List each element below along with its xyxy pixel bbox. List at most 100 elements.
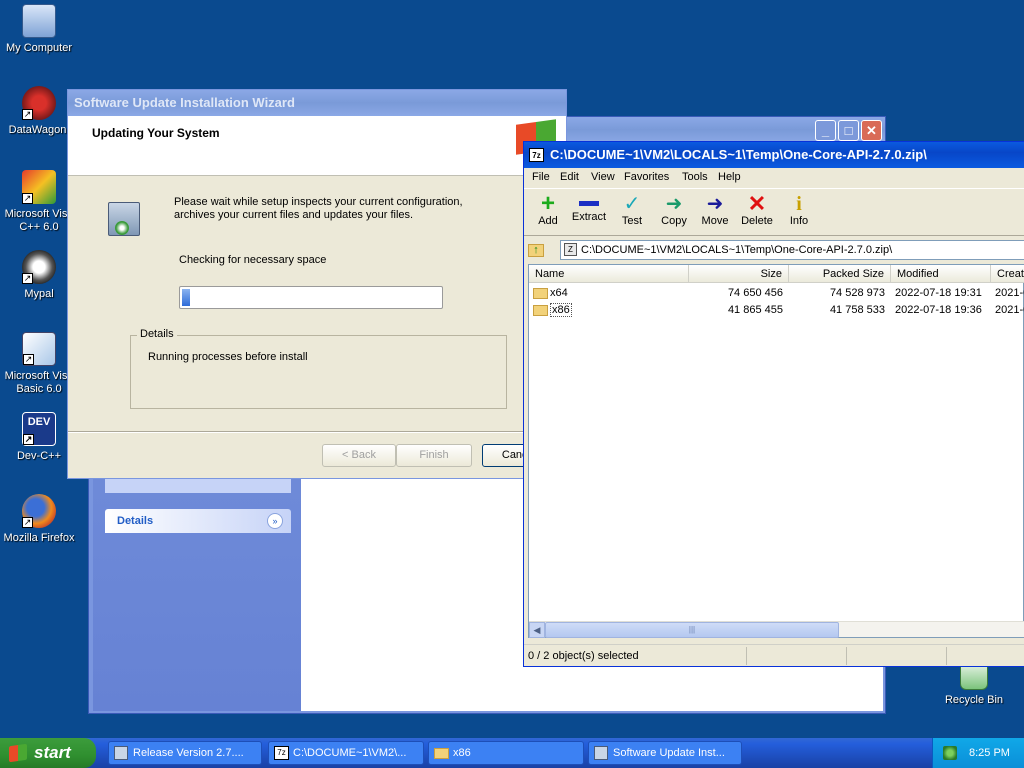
wizard-status: Checking for necessary space [179, 254, 327, 266]
horizontal-scrollbar[interactable]: ◀ ||| [529, 621, 1024, 638]
column-packed-size[interactable]: Packed Size [789, 265, 891, 283]
network-icon[interactable] [943, 746, 957, 760]
sevenzip-title: C:\DOCUME~1\VM2\LOCALS~1\Temp\One-Core-A… [550, 147, 927, 162]
details-panel-header[interactable]: Details » [105, 509, 291, 533]
move-arrow-icon: ➜ [706, 193, 724, 215]
test-label: Test [621, 215, 643, 227]
info-icon: i [796, 193, 802, 215]
column-size[interactable]: Size [689, 265, 789, 283]
row-name-cell: x86 [533, 302, 572, 318]
menu-file[interactable]: File [532, 171, 550, 183]
status-divider [746, 647, 747, 665]
address-bar: ↑ Z C:\DOCUME~1\VM2\LOCALS~1\Temp\One-Co… [524, 238, 1024, 262]
desktop-icon-recycle-bin[interactable]: Recycle Bin [935, 662, 1013, 707]
move-button[interactable]: ➜ Move [698, 193, 732, 227]
computer-icon [22, 4, 56, 38]
address-field[interactable]: Z C:\DOCUME~1\VM2\LOCALS~1\Temp\One-Core… [560, 240, 1024, 260]
scroll-grip-icon: ||| [688, 625, 696, 634]
details-group: Details Running processes before install [130, 328, 507, 409]
row-name-cell: x64 [533, 285, 568, 301]
row-modified: 2022-07-18 19:36 [895, 304, 982, 316]
info-button[interactable]: i Info [784, 193, 814, 227]
visual-cpp-icon: ↗ [22, 170, 56, 204]
desktop-icon-label: Mozilla Firefox [3, 532, 75, 544]
sevenzip-app-icon: 7z [529, 148, 544, 162]
shortcut-arrow-icon: ↗ [22, 273, 33, 284]
devcpp-icon: DEV ↗ [22, 412, 56, 446]
row-size: 74 650 456 [727, 287, 783, 299]
folder-icon [533, 304, 548, 316]
taskbar-item-software-update[interactable]: Software Update Inst... [588, 741, 742, 765]
menu-view[interactable]: View [591, 171, 615, 183]
installer-icon [594, 746, 608, 760]
shortcut-arrow-icon: ↗ [22, 109, 33, 120]
maximize-button[interactable]: □ [838, 120, 859, 141]
taskbar-item-x86[interactable]: x86 [428, 741, 584, 765]
wizard-window[interactable]: Software Update Installation Wizard Upda… [67, 89, 567, 479]
toolbar: + Add Extract ✓ Test ➜ Copy ➜ Move ✕ Del… [524, 188, 1024, 236]
taskbar-item-label: Software Update Inst... [613, 747, 725, 759]
delete-label: Delete [741, 215, 773, 227]
extract-button[interactable]: Extract [568, 193, 610, 223]
sevenzip-titlebar[interactable]: 7z C:\DOCUME~1\VM2\LOCALS~1\Temp\One-Cor… [524, 142, 1024, 168]
status-divider [846, 647, 847, 665]
system-tray: 8:25 PM [932, 738, 1024, 768]
delete-button[interactable]: ✕ Delete [738, 191, 776, 228]
status-divider [946, 647, 947, 665]
menu-tools[interactable]: Tools [682, 171, 708, 183]
scroll-thumb[interactable]: ||| [545, 622, 839, 638]
table-row[interactable]: x64 74 650 456 74 528 973 2022-07-18 19:… [529, 285, 1024, 301]
menu-bar: File Edit View Favorites Tools Help [524, 168, 1024, 188]
details-text: Running processes before install [148, 351, 308, 363]
delete-x-icon: ✕ [747, 191, 767, 216]
menu-favorites[interactable]: Favorites [624, 171, 669, 183]
firefox-icon: ↗ [22, 494, 56, 528]
taskbar-item-label: C:\DOCUME~1\VM2\... [293, 747, 407, 759]
status-bar: 0 / 2 object(s) selected [524, 644, 1024, 666]
back-button[interactable]: < Back [322, 444, 396, 467]
minus-icon [579, 201, 599, 206]
sevenzip-icon: 7z [274, 746, 289, 760]
desktop-icon-label: Recycle Bin [944, 694, 1004, 706]
up-folder-button[interactable]: ↑ [528, 241, 548, 259]
shortcut-arrow-icon: ↗ [22, 517, 33, 528]
scroll-left-button[interactable]: ◀ [529, 622, 545, 638]
copy-arrow-icon: ➜ [665, 193, 683, 215]
devcpp-glyph: DEV [27, 416, 51, 428]
sevenzip-window[interactable]: 7z C:\DOCUME~1\VM2\LOCALS~1\Temp\One-Cor… [523, 141, 1024, 667]
table-row[interactable]: x86 41 865 455 41 758 533 2022-07-18 19:… [529, 302, 1024, 318]
add-label: Add [538, 215, 558, 227]
row-name: x86 [550, 303, 572, 317]
taskbar-item-sevenzip[interactable]: 7z C:\DOCUME~1\VM2\... [268, 741, 424, 765]
desktop-icon-firefox[interactable]: ↗ Mozilla Firefox [0, 494, 78, 545]
start-button[interactable]: start [0, 738, 96, 768]
desktop-icon-my-computer[interactable]: My Computer [0, 4, 78, 55]
desktop-icon-label: My Computer [5, 42, 73, 54]
address-text: C:\DOCUME~1\VM2\LOCALS~1\Temp\One-Core-A… [581, 244, 893, 256]
taskbar-item-release[interactable]: Release Version 2.7.... [108, 741, 262, 765]
archive-icon: Z [564, 243, 577, 256]
row-packed: 74 528 973 [829, 287, 885, 299]
wizard-title: Software Update Installation Wizard [74, 95, 295, 110]
menu-edit[interactable]: Edit [560, 171, 579, 183]
column-modified[interactable]: Modified [891, 265, 991, 283]
column-created[interactable]: Creat [991, 265, 1024, 283]
copy-button[interactable]: ➜ Copy [658, 193, 690, 227]
file-list[interactable]: Name Size Packed Size Modified Creat x64… [528, 264, 1024, 638]
close-button[interactable]: ✕ [861, 120, 882, 141]
shortcut-arrow-icon: ↗ [22, 193, 33, 204]
folder-icon [434, 748, 449, 759]
windows-logo-icon [9, 743, 27, 763]
chevron-down-icon[interactable]: » [267, 513, 283, 529]
add-button[interactable]: + Add [530, 192, 566, 228]
wizard-titlebar[interactable]: Software Update Installation Wizard [68, 90, 566, 116]
details-panel-label: Details [117, 515, 154, 527]
menu-help[interactable]: Help [718, 171, 741, 183]
clock[interactable]: 8:25 PM [969, 747, 1010, 759]
test-button[interactable]: ✓ Test [616, 193, 648, 227]
finish-button[interactable]: Finish [396, 444, 472, 467]
minimize-button[interactable]: _ [815, 120, 836, 141]
datawagon-icon: ↗ [22, 86, 56, 120]
up-folder-icon: ↑ [528, 244, 544, 257]
column-name[interactable]: Name [529, 265, 689, 283]
